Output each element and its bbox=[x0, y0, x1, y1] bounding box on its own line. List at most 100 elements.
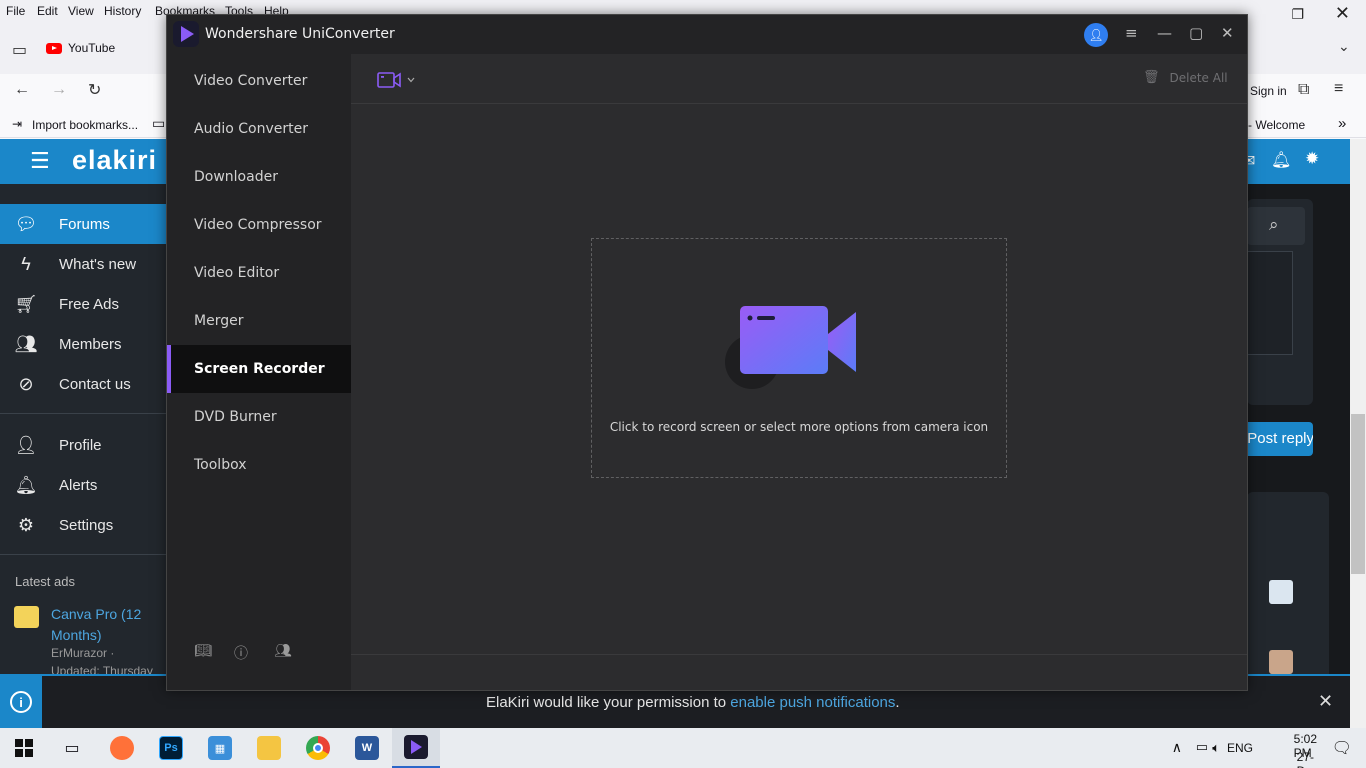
enable-push-link[interactable]: enable push notifications bbox=[730, 694, 895, 711]
hamburger-icon[interactable]: ☰ bbox=[30, 148, 50, 174]
nav-members[interactable]: 👥︎ Members bbox=[0, 324, 166, 364]
taskbar-word[interactable]: W bbox=[343, 728, 391, 768]
nav-settings[interactable]: ⚙ Settings bbox=[0, 505, 166, 545]
preview-search-icon: ⌕ bbox=[1269, 215, 1279, 234]
screen-recorder-panel: 🗑︎ Delete All Click to record screen or … bbox=[351, 54, 1247, 690]
bell-icon[interactable]: 🔔︎ bbox=[1271, 150, 1291, 170]
elakiri-logo[interactable]: elakiri bbox=[72, 145, 157, 176]
post-reply-button[interactable]: Post reply bbox=[1247, 422, 1313, 456]
elakiri-content-edge: ⌕ Post reply bbox=[1247, 184, 1350, 682]
taskbar-firefox[interactable] bbox=[98, 728, 146, 768]
close-icon[interactable]: ✕ bbox=[1221, 24, 1234, 42]
taskbar-chrome[interactable] bbox=[294, 728, 342, 768]
avatar[interactable] bbox=[1269, 580, 1293, 604]
tab-youtube[interactable]: YouTube bbox=[46, 33, 166, 63]
nav-dvd-burner[interactable]: DVD Burner bbox=[167, 393, 351, 441]
minimize-icon[interactable]: — bbox=[1157, 24, 1172, 42]
menu-icon[interactable]: ≡ bbox=[1125, 24, 1138, 42]
windows-taskbar: ▭ Ps ▦ W ∧ ▭ 🔈︎ ENG 5:02 PM 27-Dec-25 🗨︎ bbox=[0, 728, 1366, 768]
clock-date[interactable]: 27-Dec-25 bbox=[1297, 750, 1322, 768]
ad-thumbnail[interactable] bbox=[14, 606, 39, 628]
close-icon[interactable]: ✕ bbox=[1318, 691, 1333, 712]
more-bookmarks-icon[interactable]: » bbox=[1338, 115, 1346, 132]
window-title: Wondershare UniConverter bbox=[205, 26, 395, 42]
divider bbox=[0, 413, 166, 414]
close-icon[interactable]: ✕ bbox=[1335, 3, 1350, 24]
camera-options-button[interactable] bbox=[377, 71, 421, 89]
taskbar-uniconverter[interactable] bbox=[392, 728, 440, 768]
theme-toggle-icon[interactable]: ✹ bbox=[1305, 149, 1319, 169]
menu-view[interactable]: View bbox=[68, 4, 94, 18]
editor-area[interactable] bbox=[1247, 251, 1293, 355]
uniconverter-logo-icon bbox=[173, 21, 199, 47]
network-icon[interactable]: ▭ bbox=[1196, 739, 1208, 755]
nav-alerts[interactable]: 🔔︎ Alerts bbox=[0, 465, 166, 505]
page-scrollbar[interactable] bbox=[1350, 139, 1366, 729]
maximize-icon[interactable]: ▢ bbox=[1189, 24, 1203, 42]
divider bbox=[0, 554, 166, 555]
ad-title-link[interactable]: Canva Pro (12 Months) bbox=[51, 604, 161, 646]
bookmark-welcome[interactable]: - Welcome bbox=[1248, 118, 1305, 132]
trash-icon: 🗑︎ bbox=[1143, 70, 1160, 85]
menu-edit[interactable]: Edit bbox=[37, 4, 58, 18]
nav-downloader[interactable]: Downloader bbox=[167, 153, 351, 201]
cart-icon: 🛒︎ bbox=[14, 293, 38, 314]
folder-icon[interactable]: ▭ bbox=[152, 115, 165, 132]
taskbar-file-explorer[interactable] bbox=[245, 728, 293, 768]
import-bookmarks-link[interactable]: Import bookmarks... bbox=[32, 118, 138, 132]
windows-logo-icon bbox=[15, 739, 33, 757]
taskbar-control-panel[interactable]: ▦ bbox=[196, 728, 244, 768]
community-icon[interactable]: 👥︎ bbox=[274, 643, 292, 659]
tab-overview-icon[interactable]: ▭ bbox=[12, 40, 27, 60]
nav-video-converter[interactable]: Video Converter bbox=[167, 57, 351, 105]
reload-icon[interactable]: ↻ bbox=[88, 80, 101, 100]
delete-all-button[interactable]: 🗑︎ Delete All bbox=[1143, 70, 1228, 85]
nav-forums[interactable]: 💬︎ Forums bbox=[0, 204, 166, 244]
nav-screen-recorder[interactable]: Screen Recorder bbox=[167, 345, 351, 393]
task-view-icon: ▭ bbox=[64, 740, 80, 757]
nav-free-ads-label: Free Ads bbox=[59, 295, 120, 313]
chevron-down-icon bbox=[407, 77, 415, 83]
uniconverter-titlebar: Wondershare UniConverter 👤︎ ≡ — ▢ ✕ bbox=[167, 15, 1247, 54]
sign-in-button[interactable]: Sign in bbox=[1250, 84, 1287, 98]
nav-contact-us[interactable]: ⊘ Contact us bbox=[0, 364, 166, 404]
chrome-center-icon bbox=[313, 743, 323, 753]
tray-chevron-up-icon[interactable]: ∧ bbox=[1172, 739, 1182, 756]
avatar[interactable] bbox=[1269, 650, 1293, 674]
nav-merger[interactable]: Merger bbox=[167, 297, 351, 345]
nav-video-editor[interactable]: Video Editor bbox=[167, 249, 351, 297]
nav-whats-new[interactable]: ϟ What's new bbox=[0, 244, 166, 284]
chevron-down-icon[interactable]: ⌄ bbox=[1338, 38, 1350, 55]
nav-video-compressor[interactable]: Video Compressor bbox=[167, 201, 351, 249]
nav-members-label: Members bbox=[59, 335, 122, 353]
task-view-button[interactable]: ▭ bbox=[48, 728, 96, 768]
language-indicator[interactable]: ENG bbox=[1227, 741, 1253, 755]
extensions-icon[interactable]: ⧉ bbox=[1298, 81, 1309, 99]
taskbar-photoshop[interactable]: Ps bbox=[147, 728, 195, 768]
nav-settings-label: Settings bbox=[59, 516, 114, 534]
firefox-icon bbox=[110, 736, 134, 760]
account-icon[interactable]: 👤︎ bbox=[1084, 23, 1108, 47]
restore-icon[interactable]: ❐ bbox=[1291, 6, 1304, 23]
menu-history[interactable]: History bbox=[104, 4, 141, 18]
nav-free-ads[interactable]: 🛒︎ Free Ads bbox=[0, 284, 166, 324]
hamburger-menu-icon[interactable]: ≡ bbox=[1334, 80, 1343, 98]
start-button[interactable] bbox=[0, 728, 48, 768]
guide-book-icon[interactable]: 📖︎ bbox=[194, 643, 212, 659]
record-camera-illustration bbox=[725, 306, 856, 389]
nav-whats-new-label: What's new bbox=[59, 255, 137, 273]
menu-file[interactable]: File bbox=[6, 4, 25, 18]
bookmark-welcome-label: Welcome bbox=[1255, 118, 1306, 132]
nav-audio-converter[interactable]: Audio Converter bbox=[167, 105, 351, 153]
action-center-icon[interactable]: 🗨︎ bbox=[1332, 738, 1352, 758]
help-icon[interactable]: ⓘ bbox=[234, 643, 248, 663]
scrollbar-thumb[interactable] bbox=[1351, 414, 1365, 574]
nav-profile[interactable]: 👤︎ Profile bbox=[0, 425, 166, 465]
reply-panel: ⌕ bbox=[1247, 199, 1313, 405]
preview-button[interactable]: ⌕ bbox=[1247, 207, 1305, 245]
nav-toolbox[interactable]: Toolbox bbox=[167, 441, 351, 489]
record-dropzone[interactable]: Click to record screen or select more op… bbox=[591, 238, 1007, 478]
forward-icon[interactable]: → bbox=[51, 81, 67, 99]
volume-icon[interactable]: 🔈︎ bbox=[1212, 740, 1220, 756]
back-icon[interactable]: ← bbox=[14, 81, 30, 99]
